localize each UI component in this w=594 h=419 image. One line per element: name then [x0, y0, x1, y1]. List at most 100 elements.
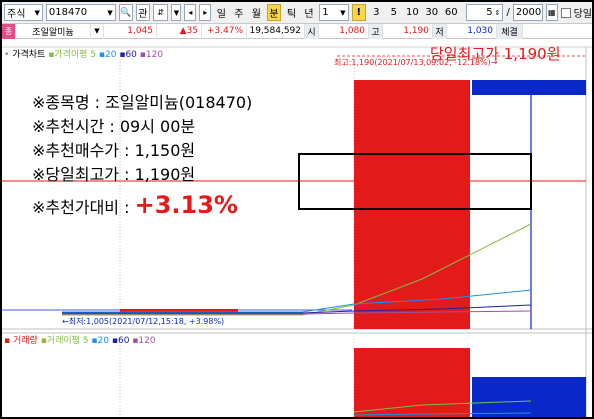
- minute-60-label: 60: [444, 7, 458, 18]
- high-label: 고: [369, 23, 383, 39]
- open-price-text: 1,080: [339, 26, 365, 36]
- high-price: 1,190: [383, 23, 433, 39]
- separator-slash: /: [506, 7, 510, 18]
- minute-3[interactable]: 3: [369, 7, 384, 18]
- chart-area[interactable]: • 가격차트 ▪가격이평 5 ▪20 ▪60 ▪120 ▪ 거래량 ▪거래이평 …: [2, 39, 592, 417]
- same-day-checkbox[interactable]: [560, 7, 571, 18]
- count-stepper[interactable]: 5 ⇕: [466, 4, 504, 21]
- highlight-box: [298, 153, 532, 210]
- open-label: 시: [305, 23, 319, 39]
- toolbar: 주식 ▼ 018470 ▼ 🔍 관 ⇵ ▼ ◂ ▸ 일 주 월 분 틱 년 1 …: [2, 2, 592, 24]
- minute-5[interactable]: 5: [387, 7, 402, 18]
- period-tick-label: 틱: [286, 9, 297, 20]
- settle-label-text: 체결: [501, 27, 518, 38]
- period-week[interactable]: 주: [232, 4, 247, 21]
- day-high-title: 당일최고가 1,190원: [430, 45, 561, 63]
- interval-select[interactable]: 1 ▼: [319, 4, 349, 21]
- legend-vma60[interactable]: ▪60: [112, 336, 130, 346]
- same-day-label: 당일: [573, 9, 592, 20]
- recommend-compare-label: ※추천가대비 :: [32, 198, 135, 217]
- low-price: 1,030: [447, 23, 497, 39]
- period-minute-label: 분: [269, 9, 279, 20]
- legend-volume-ma-text: 거래이평: [46, 336, 80, 346]
- quote-bar: 종 조일알미늄 ▼ 1,045 ▲35 +3.47% 19,584,592 시 …: [2, 23, 592, 39]
- chevron-down-icon: ▼: [340, 8, 346, 17]
- minute-10-label: 10: [405, 7, 419, 18]
- current-price-text: 1,045: [127, 26, 153, 36]
- up-down-button[interactable]: ⇵: [152, 4, 169, 21]
- recommendation-info: ※종목명 : 조일알미늄(018470) ※추천시간 : 09시 00분 ※추천…: [32, 91, 252, 220]
- updown-icon: ⇵: [157, 8, 164, 17]
- recommend-time-line: ※추천시간 : 09시 00분: [32, 117, 196, 136]
- legend-ma60[interactable]: ▪60: [119, 50, 137, 60]
- gwan-button[interactable]: 관: [135, 4, 150, 21]
- arrow-left-button[interactable]: ◂: [184, 4, 197, 21]
- arrow-right-icon: ▸: [203, 8, 208, 17]
- search-button[interactable]: 🔍: [118, 4, 133, 21]
- legend-ma60-text: 60: [125, 50, 137, 60]
- legend-price-ma[interactable]: ▪가격이평 5: [48, 50, 96, 60]
- legend-ma20[interactable]: ▪20: [99, 50, 117, 60]
- change-percent: +3.47%: [202, 23, 247, 39]
- legend-vma120[interactable]: ▪120: [132, 336, 155, 346]
- price-change-text: ▲35: [179, 26, 198, 36]
- period-year-label: 년: [304, 9, 314, 20]
- period-day-label: 일: [216, 9, 226, 20]
- dropdown-button[interactable]: ▼: [171, 4, 182, 21]
- high-price-text: 1,190: [403, 26, 429, 36]
- low-price-text: 1,030: [467, 26, 493, 36]
- legend-volume-chart[interactable]: 거래량: [13, 336, 38, 346]
- period-year[interactable]: 년: [302, 4, 317, 21]
- legend-ma120-text: 120: [145, 50, 164, 60]
- period-tick[interactable]: 틱: [284, 4, 299, 21]
- price-indicator-legend: • 가격차트 ▪가격이평 5 ▪20 ▪60 ▪120: [4, 47, 163, 60]
- chevron-down-icon[interactable]: ▼: [91, 23, 104, 39]
- chart-window: 주식 ▼ 018470 ▼ 🔍 관 ⇵ ▼ ◂ ▸ 일 주 월 분 틱 년 1 …: [2, 2, 592, 417]
- volume-bar-up[interactable]: [354, 348, 470, 417]
- stock-name: 조일알미늄: [16, 23, 91, 39]
- volume-indicator-legend: ▪ 거래량 ▪거래이평 5 ▪20 ▪60 ▪120: [4, 333, 156, 346]
- open-price: 1,080: [319, 23, 369, 39]
- legend-price-chart[interactable]: 가격차트: [12, 50, 45, 60]
- low-label: 저: [433, 23, 447, 39]
- day-high-line: ※당일최고가 : 1,190원: [32, 165, 196, 184]
- legend-vma60-text: 60: [117, 336, 130, 346]
- legend-vma20[interactable]: ▪20: [91, 336, 109, 346]
- stock-code-input[interactable]: 018470 ▼: [45, 4, 116, 21]
- exclamation-icon: !: [356, 7, 362, 18]
- volume-text: 19,584,592: [249, 26, 301, 36]
- arrow-right-button[interactable]: ▸: [199, 4, 212, 21]
- legend-vma20-text: 20: [97, 336, 109, 346]
- market-select[interactable]: 주식 ▼: [4, 4, 43, 21]
- candle-down[interactable]: [472, 80, 586, 95]
- period-day[interactable]: 일: [214, 4, 229, 21]
- minute-30[interactable]: 30: [424, 7, 440, 18]
- change-percent-text: +3.47%: [206, 26, 243, 36]
- volume-bar-down[interactable]: [472, 377, 586, 417]
- bars-value: 2000: [515, 7, 542, 18]
- info-button[interactable]: !: [351, 4, 367, 21]
- interval-value: 1: [322, 7, 329, 18]
- legend-ma5: 5: [90, 50, 97, 60]
- current-price: 1,045: [104, 23, 157, 39]
- legend-ma120[interactable]: ▪120: [140, 50, 163, 60]
- high-label-text: 고: [371, 27, 380, 38]
- volume: 19,584,592: [247, 23, 305, 39]
- chevron-down-icon: ▼: [173, 8, 180, 17]
- period-minute[interactable]: 분: [266, 4, 282, 21]
- minute-10[interactable]: 10: [404, 7, 420, 18]
- minute-3-label: 3: [373, 7, 380, 18]
- gwan-label: 관: [138, 9, 148, 20]
- minute-5-label: 5: [390, 7, 398, 18]
- legend-volume-ma[interactable]: ▪거래이평 5: [41, 336, 89, 346]
- recommend-compare-line: ※추천가대비 : +3.13%: [32, 193, 252, 220]
- minute-30-label: 30: [425, 7, 439, 18]
- chevron-down-icon: ▼: [107, 8, 113, 17]
- bars-input[interactable]: 2000: [512, 4, 543, 21]
- period-month[interactable]: 월: [249, 4, 264, 21]
- legend-vma120-text: 120: [138, 336, 156, 346]
- chevron-down-icon: ▼: [34, 8, 40, 17]
- minute-60[interactable]: 60: [443, 7, 459, 18]
- price-change: ▲35: [157, 23, 202, 39]
- chart-setting-button[interactable]: ▦: [545, 4, 558, 21]
